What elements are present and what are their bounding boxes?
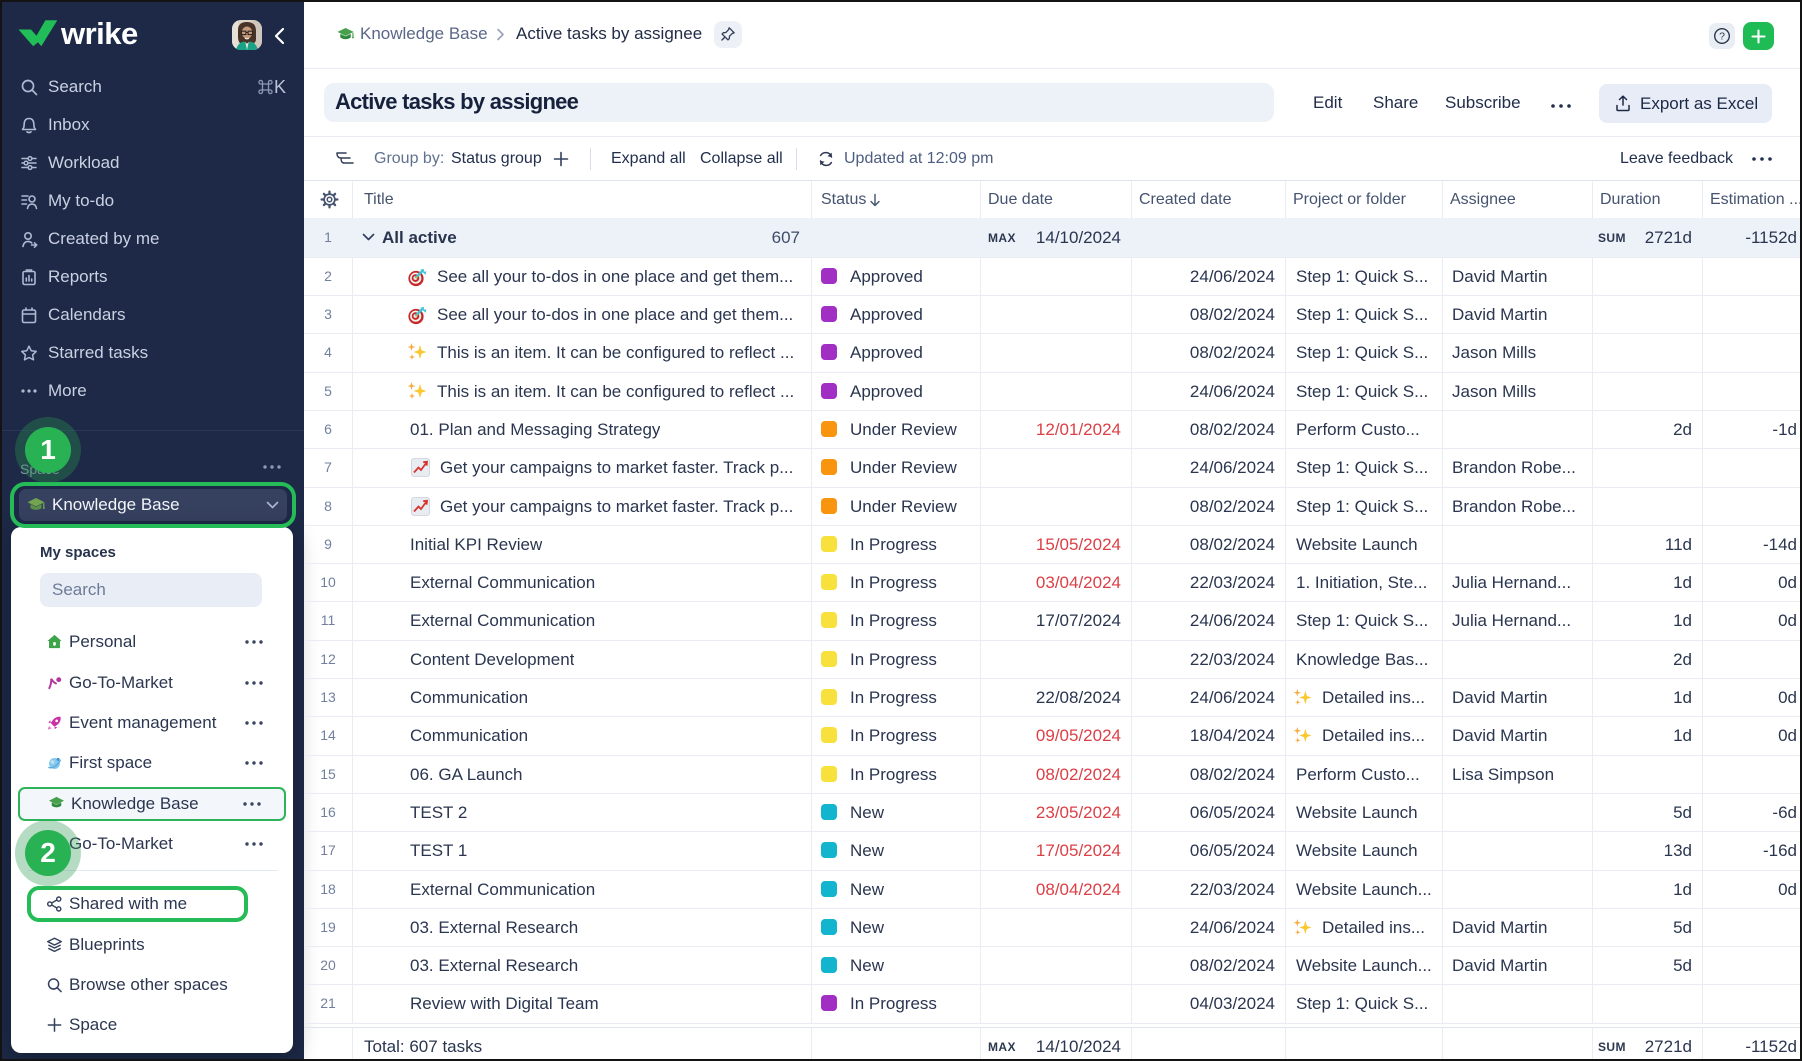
svg-text:?: ? — [1719, 31, 1725, 43]
